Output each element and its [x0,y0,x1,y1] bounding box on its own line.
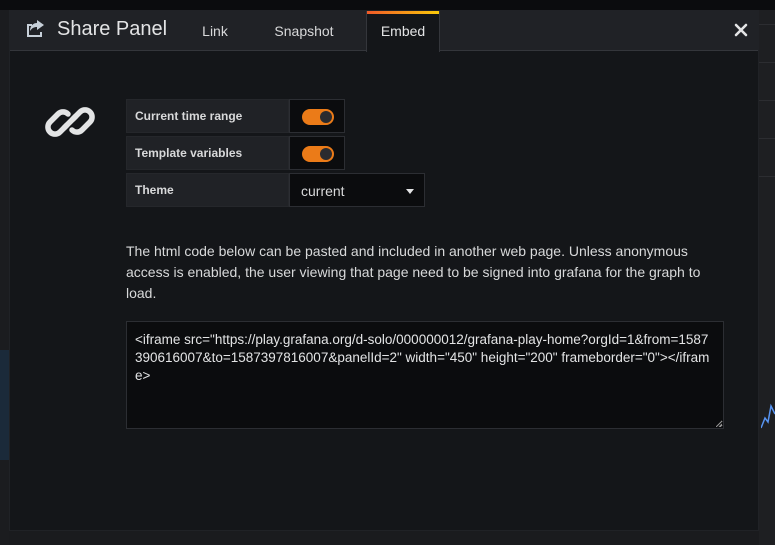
link-icon [45,107,95,137]
template-variables-label: Template variables [126,136,289,170]
background-row [759,138,775,175]
modal-header: Share Panel Link Snapshot Embed [10,11,758,52]
background-row [759,62,775,99]
toggle-knob [320,111,332,123]
background-graph-band [0,350,9,460]
embed-info-text: The html code below can be pasted and in… [126,243,701,301]
toggle-track [302,109,334,125]
background-dashboard-header [0,0,775,10]
toggle-knob [320,148,332,160]
theme-select-value: current [301,183,345,199]
current-time-range-label: Current time range [126,99,289,133]
background-row [759,100,775,137]
background-bottom-strip [9,531,759,545]
theme-select[interactable]: current [289,173,425,207]
tab-link[interactable]: Link [193,11,237,51]
resize-grip-icon[interactable] [716,421,722,427]
background-row [759,24,775,61]
background-left-strip [0,10,9,545]
template-variables-toggle[interactable] [289,136,345,170]
share-panel-modal: Share Panel Link Snapshot Embed Current … [9,10,759,531]
share-icon [27,20,44,37]
background-sparkline [761,403,775,429]
toggle-track [302,146,334,162]
background-right-strip [759,10,775,545]
tab-snapshot[interactable]: Snapshot [266,11,342,51]
modal-title: Share Panel [57,18,168,40]
embed-code-textarea[interactable]: <iframe src="https://play.grafana.org/d-… [126,321,724,429]
background-row [759,176,775,213]
caret-down-icon [406,189,414,194]
current-time-range-toggle[interactable] [289,99,345,133]
close-icon[interactable] [734,23,748,37]
theme-label: Theme [126,173,289,207]
tab-embed[interactable]: Embed [366,11,440,52]
